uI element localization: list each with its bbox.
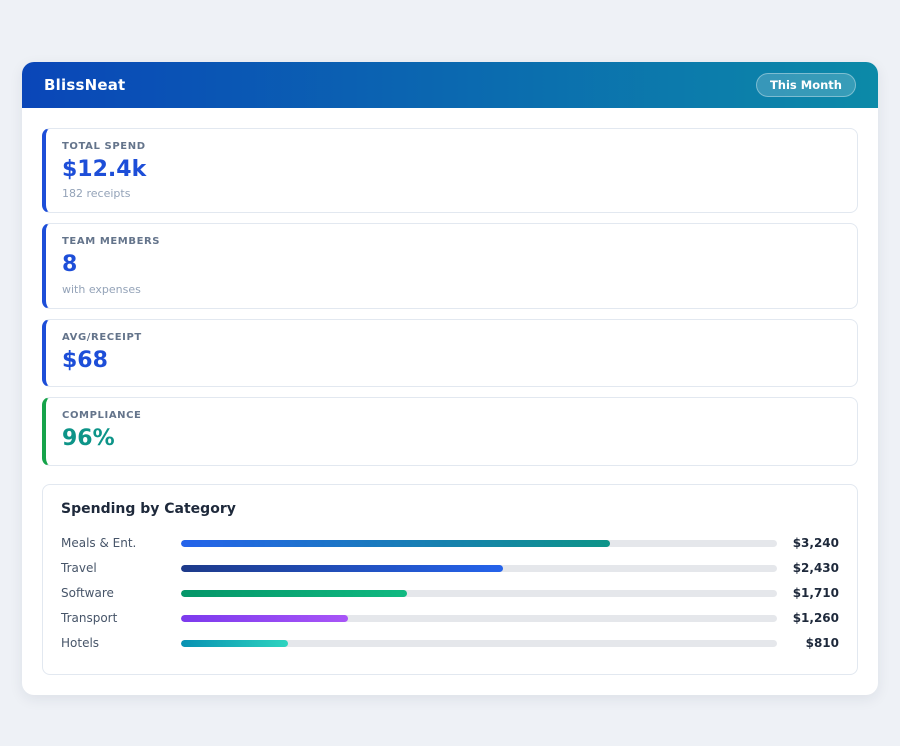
stat-subtext: 182 receipts [62,187,841,200]
category-row: Hotels $810 [61,631,839,656]
stat-value: 96% [62,426,841,452]
stat-card: COMPLIANCE 96% [42,397,858,465]
category-label: Hotels [61,636,181,650]
stat-value: $12.4k [62,157,841,183]
spending-title: Spending by Category [61,501,839,517]
stat-label: TEAM MEMBERS [62,236,841,247]
category-row: Meals & Ent. $3,240 [61,531,839,556]
stat-label: TOTAL SPEND [62,141,841,152]
dashboard-card: BlissNeat This Month TOTAL SPEND $12.4k 18… [22,62,878,695]
stats-list: TOTAL SPEND $12.4k 182 receipts TEAM MEMBER… [42,128,858,466]
bar-track [181,590,777,597]
category-row: Travel $2,430 [61,556,839,581]
period-badge[interactable]: This Month [756,73,856,97]
stat-value: 8 [62,252,841,278]
bar-track [181,615,777,622]
stat-label: COMPLIANCE [62,410,841,421]
category-value: $3,240 [777,536,839,550]
bar-track [181,540,777,547]
category-value: $810 [777,636,839,650]
stat-card: AVG/RECEIPT $68 [42,319,858,387]
stat-label: AVG/RECEIPT [62,332,841,343]
bar-track [181,565,777,572]
category-value: $1,260 [777,611,839,625]
category-label: Meals & Ent. [61,536,181,550]
app-body: TOTAL SPEND $12.4k 182 receipts TEAM MEMBER… [22,108,878,695]
bar-fill [181,640,288,647]
category-label: Travel [61,561,181,575]
category-value: $1,710 [777,586,839,600]
category-row: Software $1,710 [61,581,839,606]
app-title: BlissNeat [44,76,125,94]
bar-track [181,640,777,647]
stat-value: $68 [62,348,841,374]
bar-fill [181,540,610,547]
app-header: BlissNeat This Month [22,62,878,108]
bar-fill [181,615,348,622]
spending-by-category-card: Spending by Category Meals & Ent. $3,240 T… [42,484,858,675]
stat-card: TOTAL SPEND $12.4k 182 receipts [42,128,858,213]
stat-card: TEAM MEMBERS 8 with expenses [42,223,858,308]
category-value: $2,430 [777,561,839,575]
bar-fill [181,565,503,572]
stat-subtext: with expenses [62,283,841,296]
category-rows: Meals & Ent. $3,240 Travel $2,430 Software $1… [61,531,839,656]
category-label: Transport [61,611,181,625]
category-row: Transport $1,260 [61,606,839,631]
category-label: Software [61,586,181,600]
bar-fill [181,590,407,597]
